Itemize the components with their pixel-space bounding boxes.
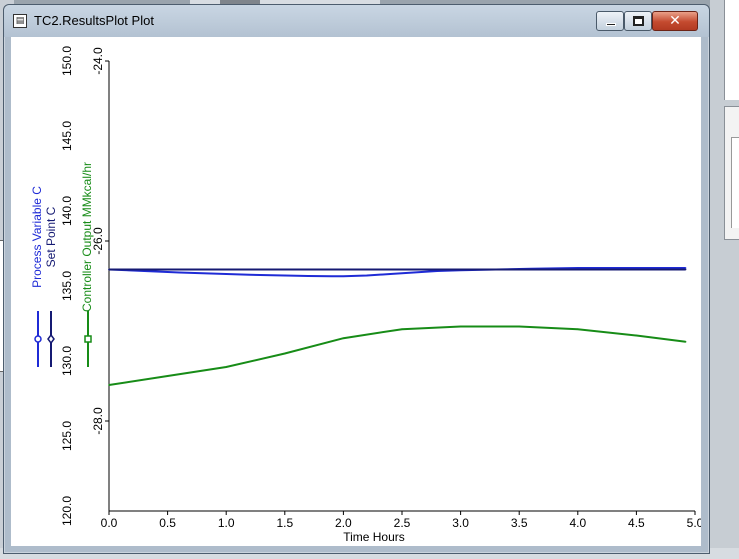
x-tick-label: 5.0	[687, 516, 701, 530]
left-y-tick-label: 150.0	[60, 46, 74, 76]
series-point	[342, 275, 345, 278]
left-y-tick-label: 130.0	[60, 346, 74, 376]
series-point	[366, 274, 368, 277]
x-tick-label: 3.0	[452, 516, 469, 530]
plot-canvas: 0.0 0.5 1.0 1.5 2.0 2.5 3.0 3.5 4.0 4.5 5.0 Time Ho…	[30, 46, 701, 544]
series-line	[108, 325, 686, 386]
left-y-tick-label: 125.0	[60, 421, 74, 451]
series-point	[401, 328, 403, 331]
x-tick-label: 4.0	[569, 516, 586, 530]
series-point	[284, 274, 286, 277]
maximize-icon	[633, 16, 644, 26]
x-tick-label: 1.5	[276, 516, 293, 530]
close-button[interactable]: ✕	[652, 11, 698, 31]
series-point	[225, 366, 227, 368]
series-point	[307, 275, 310, 277]
x-tick-label: 0.5	[159, 516, 176, 530]
axis-labels: Process Variable C Set Point C Controller …	[30, 162, 94, 367]
series-point	[248, 273, 251, 276]
plot-area[interactable]: 0.0 0.5 1.0 1.5 2.0 2.5 3.0 3.5 4.0 4.5 5.0 Time Ho…	[11, 37, 701, 546]
series-point	[684, 341, 687, 343]
series-point	[108, 268, 110, 271]
background-pane	[724, 0, 739, 100]
right-y-tick-label: -28.0	[91, 407, 105, 435]
legend-marker-square	[84, 335, 92, 343]
x-tick-label: 1.0	[218, 516, 235, 530]
series-point	[342, 337, 345, 340]
left-y-tick-label: 140.0	[60, 196, 74, 226]
series-point	[459, 325, 462, 328]
series-point	[389, 273, 392, 275]
series-point	[166, 375, 169, 377]
series-point	[684, 268, 687, 271]
legend-marker-circle	[34, 335, 42, 343]
title-bar[interactable]: ▤ TC2.ResultsPlot Plot ✕	[4, 5, 709, 37]
series-point	[284, 352, 286, 355]
x-axis-label: Time Hours	[343, 530, 405, 544]
minimize-icon	[606, 23, 616, 26]
x-tick-label: 2.5	[394, 516, 411, 530]
left-y-tick-label: 120.0	[60, 496, 74, 526]
series-point	[330, 275, 333, 278]
left-y-tick-label: 145.0	[60, 121, 74, 151]
plot-window[interactable]: ▤ TC2.ResultsPlot Plot ✕ 0.0 0.5 1.0 1.5 2.0…	[3, 4, 710, 554]
series-group	[108, 267, 687, 386]
series-point	[577, 328, 579, 331]
close-icon: ✕	[669, 13, 681, 29]
background-window-right	[710, 0, 739, 559]
axes: 0.0 0.5 1.0 1.5 2.0 2.5 3.0 3.5 4.0 4.5 5.0 Time Ho…	[60, 46, 701, 544]
plot-window-icon[interactable]: ▤	[13, 14, 27, 28]
y-axis-title: Controller Output MMkcal/hr	[80, 162, 94, 312]
series-point	[635, 334, 638, 337]
background-pane	[724, 106, 739, 240]
y-axis-title: Process Variable C	[30, 186, 44, 288]
y-axis-title: Set Point C	[44, 206, 58, 267]
series-point	[201, 272, 204, 275]
x-tick-label: 2.0	[335, 516, 352, 530]
right-y-tick-label: -24.0	[91, 47, 105, 75]
background-pane-inner	[731, 137, 739, 228]
series-point	[178, 271, 181, 274]
window-title: TC2.ResultsPlot Plot	[34, 13, 154, 28]
x-tick-label: 0.0	[101, 516, 118, 530]
left-y-tick-label: 135.0	[60, 271, 74, 301]
legend-marker-diamond	[47, 333, 55, 345]
series-point	[108, 384, 110, 386]
minimize-button[interactable]	[596, 11, 624, 31]
series-point	[225, 273, 227, 275]
x-tick-label: 3.5	[511, 516, 528, 530]
series-point	[518, 325, 520, 328]
series-point	[412, 271, 415, 274]
x-tick-label: 4.5	[628, 516, 645, 530]
maximize-button[interactable]	[624, 11, 652, 31]
